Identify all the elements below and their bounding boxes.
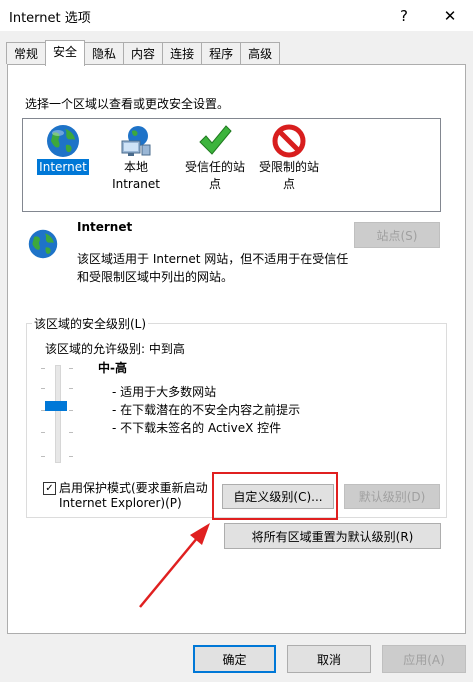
- zone-local-intranet-label: 本地 Intranet: [112, 160, 160, 191]
- zone-detail-desc-2: 和受限制区域中列出的网站。: [77, 270, 234, 284]
- tab-advanced[interactable]: 高级: [240, 42, 281, 64]
- zone-detail-globe-icon: [28, 229, 58, 259]
- protected-mode-label-1: 启用保护模式(要求重新启动: [59, 481, 208, 495]
- tab-connections[interactable]: 连接: [162, 42, 203, 64]
- default-level-button[interactable]: 默认级别(D): [344, 484, 440, 509]
- slider-tick: [69, 456, 73, 457]
- local-intranet-icon: [121, 126, 151, 156]
- tab-content[interactable]: 内容: [123, 42, 164, 64]
- slider-tick: [41, 388, 45, 389]
- slider-tick: [41, 456, 45, 457]
- zone-list: Internet 本地 Intranet 受信任的站 点 受限制的站 点: [22, 118, 441, 212]
- protected-mode-label-2: Internet Explorer)(P): [59, 496, 182, 510]
- zone-prompt: 选择一个区域以查看或更改安全设置。: [25, 97, 230, 111]
- checkmark-icon: [199, 125, 232, 155]
- cancel-button[interactable]: 取消: [287, 645, 371, 673]
- level-name: 中-高: [98, 361, 127, 375]
- restricted-icon: [272, 124, 306, 158]
- slider-tick: [69, 432, 73, 433]
- tab-security[interactable]: 安全: [45, 40, 86, 66]
- tab-general[interactable]: 常规: [6, 42, 47, 64]
- zone-trusted-sites-label: 受信任的站 点: [184, 160, 245, 191]
- slider-tick: [69, 410, 73, 411]
- security-slider-track[interactable]: [55, 365, 61, 463]
- annotation-highlight-box: [212, 472, 338, 520]
- apply-button[interactable]: 应用(A): [382, 645, 466, 673]
- help-button[interactable]: ?: [384, 0, 424, 31]
- window-title: Internet 选项: [9, 11, 91, 26]
- zone-detail-title: Internet: [77, 220, 133, 234]
- allowed-level-text: 该区域的允许级别: 中到高: [45, 342, 185, 356]
- slider-tick: [41, 368, 45, 369]
- sites-button[interactable]: 站点(S): [354, 222, 440, 248]
- protected-mode-checkbox[interactable]: ✓: [43, 482, 56, 495]
- tab-strip: 常规 安全 隐私 内容 连接 程序 高级: [6, 40, 281, 66]
- slider-tick: [69, 388, 73, 389]
- tab-programs[interactable]: 程序: [201, 42, 242, 64]
- level-bullet-3: - 不下载未签名的 ActiveX 控件: [112, 421, 282, 435]
- slider-tick: [69, 368, 73, 369]
- annotation-arrow-icon: [139, 523, 210, 608]
- ok-button[interactable]: 确定: [193, 645, 276, 673]
- zone-internet-label: Internet: [37, 159, 89, 175]
- slider-tick: [41, 432, 45, 433]
- globe-icon: [47, 125, 79, 157]
- level-bullet-2: - 在下载潜在的不安全内容之前提示: [112, 403, 301, 417]
- reset-all-zones-button[interactable]: 将所有区域重置为默认级别(R): [224, 523, 441, 549]
- close-button[interactable]: ✕: [430, 0, 470, 31]
- title-bar: Internet 选项 ? ✕: [0, 0, 473, 31]
- level-bullet-1: - 适用于大多数网站: [112, 385, 217, 399]
- zone-detail-desc-1: 该区域适用于 Internet 网站，但不适用于在受信任: [77, 252, 349, 266]
- zone-restricted-sites-label: 受限制的站 点: [258, 160, 319, 191]
- tab-privacy[interactable]: 隐私: [84, 42, 125, 64]
- security-level-label: 该区域的安全级别(L): [32, 315, 149, 332]
- security-slider-thumb[interactable]: [45, 401, 67, 412]
